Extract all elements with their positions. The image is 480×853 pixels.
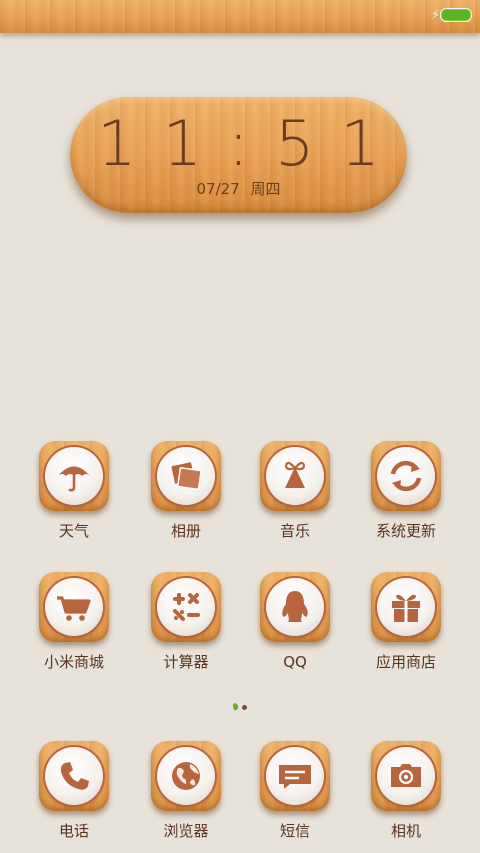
app-label: 小米商城 xyxy=(43,653,104,671)
clock-time: 11:51 xyxy=(97,107,406,180)
message-icon xyxy=(266,747,324,805)
home-screen: ⚡ 11:51 07/27 周四 天气 相册 音乐 系统更新 小米商城 计算器 … xyxy=(0,0,480,853)
clock-date: 07/27 xyxy=(196,180,240,198)
app-label: 浏览器 xyxy=(163,822,209,840)
app-music[interactable]: 音乐 xyxy=(240,441,350,540)
page-dot-current xyxy=(231,702,240,711)
photos-icon xyxy=(157,447,215,505)
status-bar: ⚡ xyxy=(0,0,480,33)
camera-icon xyxy=(377,747,435,805)
app-label: 相册 xyxy=(170,522,201,540)
app-mi-store[interactable]: 小米商城 xyxy=(19,572,129,671)
dock-camera[interactable]: 相机 xyxy=(351,741,461,840)
app-gallery[interactable]: 相册 xyxy=(131,441,241,540)
clock-date-line: 07/27 周四 xyxy=(70,178,407,199)
app-label: QQ xyxy=(283,653,307,671)
gift-icon xyxy=(377,578,435,636)
bolt-icon: ⚡ xyxy=(430,8,440,23)
app-weather[interactable]: 天气 xyxy=(19,441,129,540)
refresh-icon xyxy=(377,447,435,505)
calculator-icon xyxy=(157,578,215,636)
penguin-icon xyxy=(266,578,324,636)
app-label: 相机 xyxy=(390,822,421,840)
page-indicator[interactable] xyxy=(231,702,251,712)
dock-messages[interactable]: 短信 xyxy=(240,741,350,840)
battery-icon xyxy=(440,8,472,22)
globe-icon xyxy=(157,747,215,805)
app-app-store[interactable]: 应用商店 xyxy=(351,572,461,671)
app-system-update[interactable]: 系统更新 xyxy=(351,441,461,540)
app-label: 短信 xyxy=(279,822,310,840)
app-label: 计算器 xyxy=(163,653,209,671)
cart-icon xyxy=(45,578,103,636)
app-label: 应用商店 xyxy=(375,653,436,671)
app-label: 电话 xyxy=(58,822,89,840)
phone-icon xyxy=(45,747,103,805)
page-dot xyxy=(242,705,247,710)
app-label: 音乐 xyxy=(279,522,310,540)
app-label: 天气 xyxy=(58,522,89,540)
clock-widget[interactable]: 11:51 07/27 周四 xyxy=(70,97,407,213)
app-label: 系统更新 xyxy=(375,522,436,540)
music-bell-icon xyxy=(266,447,324,505)
app-qq[interactable]: QQ xyxy=(240,572,350,671)
app-calculator[interactable]: 计算器 xyxy=(131,572,241,671)
dock-phone[interactable]: 电话 xyxy=(19,741,129,840)
dock-browser[interactable]: 浏览器 xyxy=(131,741,241,840)
clock-weekday: 周四 xyxy=(250,180,281,198)
umbrella-icon xyxy=(45,447,103,505)
